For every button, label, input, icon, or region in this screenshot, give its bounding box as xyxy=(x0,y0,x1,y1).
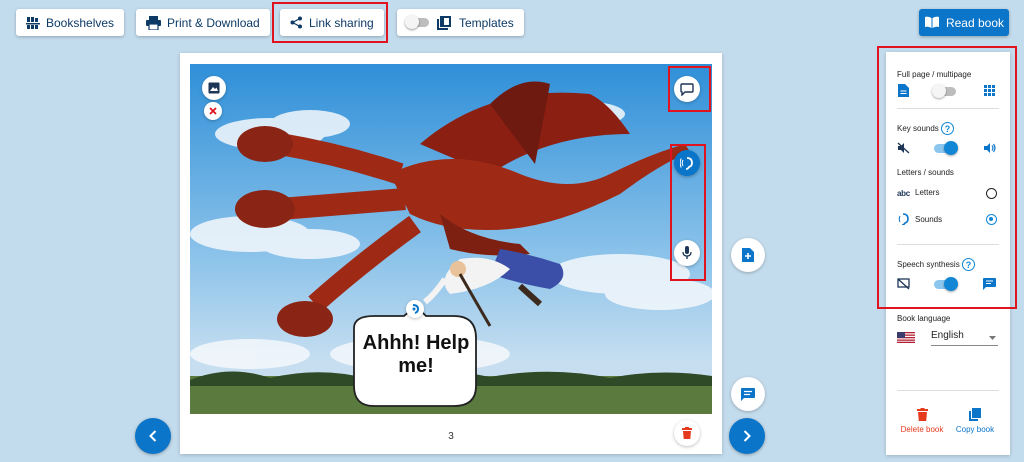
microphone-button[interactable] xyxy=(674,240,700,266)
book-language-label: Book language xyxy=(897,314,951,323)
speech-off-icon xyxy=(897,278,910,290)
share-icon xyxy=(290,16,302,29)
key-sounds-help-icon[interactable]: ? xyxy=(941,122,954,135)
speech-bubble-text: Ahhh! Help me! xyxy=(362,332,470,377)
open-book-icon xyxy=(924,16,939,28)
read-book-label: Read book xyxy=(945,15,1005,30)
sound-off-icon xyxy=(897,142,910,154)
read-book-button[interactable]: Read book xyxy=(919,9,1009,36)
add-page-button[interactable] xyxy=(731,238,765,272)
speech-bubble[interactable]: Ahhh! Help me! xyxy=(344,306,484,412)
remove-image-button[interactable] xyxy=(204,102,222,120)
bookshelves-button[interactable]: Bookshelves xyxy=(16,9,125,36)
templates-toggle[interactable] xyxy=(405,15,429,29)
language-value: English xyxy=(931,330,964,341)
microphone-icon xyxy=(682,246,692,259)
key-sounds-toggle[interactable] xyxy=(934,141,958,155)
bookshelves-icon xyxy=(26,16,40,29)
page-number: 3 xyxy=(448,431,454,442)
speech-synthesis-toggle[interactable] xyxy=(934,277,958,291)
record-sound-button[interactable] xyxy=(674,150,700,176)
templates-label: Templates xyxy=(459,15,514,30)
divider xyxy=(897,108,999,109)
link-sharing-label: Link sharing xyxy=(309,15,374,30)
settings-panel: Full page / multipage Key sounds ? Lette… xyxy=(886,52,1010,455)
delete-book-button[interactable]: Delete book xyxy=(896,408,948,434)
letters-sounds-label: Letters / sounds xyxy=(897,168,954,177)
single-page-icon xyxy=(898,84,909,97)
change-image-button[interactable] xyxy=(202,76,226,100)
character-audio-icon[interactable] xyxy=(406,300,424,318)
divider xyxy=(897,244,999,245)
sounds-option-label: Sounds xyxy=(915,215,943,224)
grid-icon xyxy=(984,85,995,96)
us-flag-icon xyxy=(897,332,915,343)
hearing-icon xyxy=(680,157,693,170)
copy-icon xyxy=(969,408,981,421)
full-page-multipage-label: Full page / multipage xyxy=(897,70,972,79)
letters-abc-icon: abc xyxy=(897,189,910,198)
hearing-icon xyxy=(898,213,909,225)
chevron-down-icon xyxy=(989,336,996,340)
trash-icon xyxy=(682,427,692,439)
speech-synthesis-label: Speech synthesis xyxy=(897,260,960,269)
sound-on-icon xyxy=(984,143,996,153)
image-icon xyxy=(208,82,220,94)
letters-option-label: Letters xyxy=(915,188,940,197)
key-sounds-label: Key sounds xyxy=(897,124,939,133)
print-download-label: Print & Download xyxy=(167,15,260,30)
comment-icon xyxy=(741,387,755,401)
speech-synthesis-help-icon[interactable]: ? xyxy=(962,258,975,271)
delete-page-button[interactable] xyxy=(674,420,700,446)
page-illustration[interactable]: Ahhh! Help me! xyxy=(190,64,712,414)
chevron-right-icon xyxy=(743,430,751,442)
book-page-card: Ahhh! Help me! 3 xyxy=(180,53,722,454)
link-sharing-button[interactable]: Link sharing xyxy=(280,9,384,36)
previous-page-button[interactable] xyxy=(135,418,171,454)
speech-bubble-icon xyxy=(680,82,694,96)
close-icon xyxy=(209,107,217,115)
next-page-button[interactable] xyxy=(729,418,765,454)
language-select[interactable]: English xyxy=(931,330,998,346)
multipage-toggle[interactable] xyxy=(932,84,956,98)
copy-book-button[interactable]: Copy book xyxy=(950,408,1000,434)
add-text-button[interactable] xyxy=(731,377,765,411)
letters-radio[interactable] xyxy=(986,188,997,199)
add-page-icon xyxy=(742,248,754,262)
sounds-radio[interactable] xyxy=(986,214,997,225)
print-download-button[interactable]: Print & Download xyxy=(136,9,270,36)
delete-book-label: Delete book xyxy=(900,425,944,434)
templates-icon xyxy=(437,15,451,30)
copy-book-label: Copy book xyxy=(955,425,995,434)
templates-button[interactable]: Templates xyxy=(397,9,524,36)
printer-icon xyxy=(146,15,161,30)
divider xyxy=(897,390,999,391)
speech-on-icon xyxy=(983,278,996,290)
bookshelves-label: Bookshelves xyxy=(46,15,115,30)
chevron-left-icon xyxy=(149,430,157,442)
trash-icon xyxy=(916,408,928,421)
add-speech-bubble-button[interactable] xyxy=(674,76,700,102)
